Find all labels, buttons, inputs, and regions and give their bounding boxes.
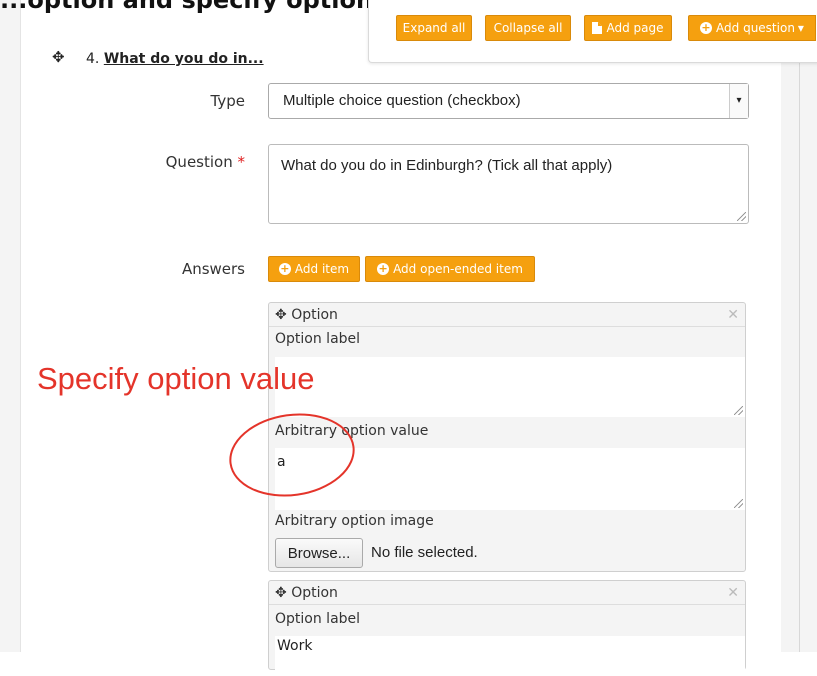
- add-item-label: Add item: [294, 262, 350, 276]
- add-question-label: Add question: [716, 21, 795, 35]
- expand-all-label: Expand all: [402, 21, 466, 35]
- option-label-heading: Option label: [275, 331, 361, 347]
- resize-handle-icon[interactable]: [734, 499, 743, 508]
- chevron-down-icon: ▾: [797, 21, 804, 35]
- required-asterisk: *: [237, 153, 246, 171]
- option-label-heading: Option label: [275, 611, 361, 627]
- browse-button[interactable]: Browse...: [275, 538, 363, 568]
- add-page-label: Add page: [606, 21, 664, 35]
- add-question-button[interactable]: + Add question ▾: [688, 15, 816, 41]
- collapse-all-label: Collapse all: [493, 21, 563, 35]
- option-header-label: Option: [291, 585, 338, 601]
- option-value-value: a: [277, 454, 286, 470]
- floating-toolbar: Expand all Collapse all Add page + Add q…: [368, 0, 817, 63]
- annotation-text: Specify option value: [37, 361, 315, 396]
- plus-circle-icon: +: [700, 21, 713, 34]
- select-arrow-icon: ▾: [729, 84, 748, 118]
- move-icon[interactable]: ✥: [275, 585, 287, 601]
- add-open-ended-item-button[interactable]: + Add open-ended item: [365, 256, 535, 282]
- plus-circle-icon: +: [377, 262, 390, 275]
- move-icon[interactable]: ✥: [52, 48, 65, 66]
- question-label: Question *: [35, 153, 245, 171]
- right-divider: [799, 0, 800, 652]
- file-icon: [592, 22, 603, 34]
- add-open-ended-item-label: Add open-ended item: [393, 262, 523, 276]
- question-title-link[interactable]: What do you do in...: [104, 51, 264, 67]
- answers-label: Answers: [181, 260, 245, 278]
- option-label-textarea[interactable]: [275, 357, 745, 417]
- option-header: ✥ Option ✕: [269, 581, 745, 605]
- option-card-1: ✥ Option ✕ Option label Arbitrary option…: [268, 302, 746, 572]
- question-type-select[interactable]: Multiple choice question (checkbox) ▾: [268, 83, 749, 119]
- option-label-textarea[interactable]: Work: [275, 636, 745, 676]
- option-card-2: ✥ Option ✕ Option label Work: [268, 580, 746, 676]
- banner-partial-title: ...option and specify options: [0, 0, 388, 14]
- expand-all-button[interactable]: Expand all: [396, 15, 472, 41]
- file-status-text: No file selected.: [371, 544, 478, 561]
- option-header: ✥ Option ✕: [269, 303, 745, 327]
- resize-handle-icon[interactable]: [734, 406, 743, 415]
- question-number: 4.: [86, 51, 100, 67]
- option-header-label: Option: [291, 307, 338, 323]
- question-heading: 4. What do you do in...: [86, 51, 264, 67]
- question-text-value: What do you do in Edinburgh? (Tick all t…: [281, 157, 613, 174]
- resize-handle-icon[interactable]: [737, 212, 746, 221]
- option-value-heading: Arbitrary option value: [275, 423, 429, 439]
- plus-circle-icon: +: [278, 262, 291, 275]
- left-gutter: [0, 0, 21, 652]
- question-label-text: Question: [165, 153, 233, 171]
- close-icon[interactable]: ✕: [727, 581, 739, 605]
- question-type-value: Multiple choice question (checkbox): [283, 92, 521, 109]
- close-icon[interactable]: ✕: [727, 303, 739, 327]
- collapse-all-button[interactable]: Collapse all: [485, 15, 571, 41]
- question-textarea[interactable]: What do you do in Edinburgh? (Tick all t…: [268, 144, 749, 224]
- option-value-textarea[interactable]: a: [275, 448, 745, 510]
- move-icon[interactable]: ✥: [275, 307, 287, 323]
- add-item-button[interactable]: + Add item: [268, 256, 360, 282]
- option-image-heading: Arbitrary option image: [275, 513, 434, 529]
- type-label: Type: [210, 92, 245, 110]
- add-page-button[interactable]: Add page: [584, 15, 672, 41]
